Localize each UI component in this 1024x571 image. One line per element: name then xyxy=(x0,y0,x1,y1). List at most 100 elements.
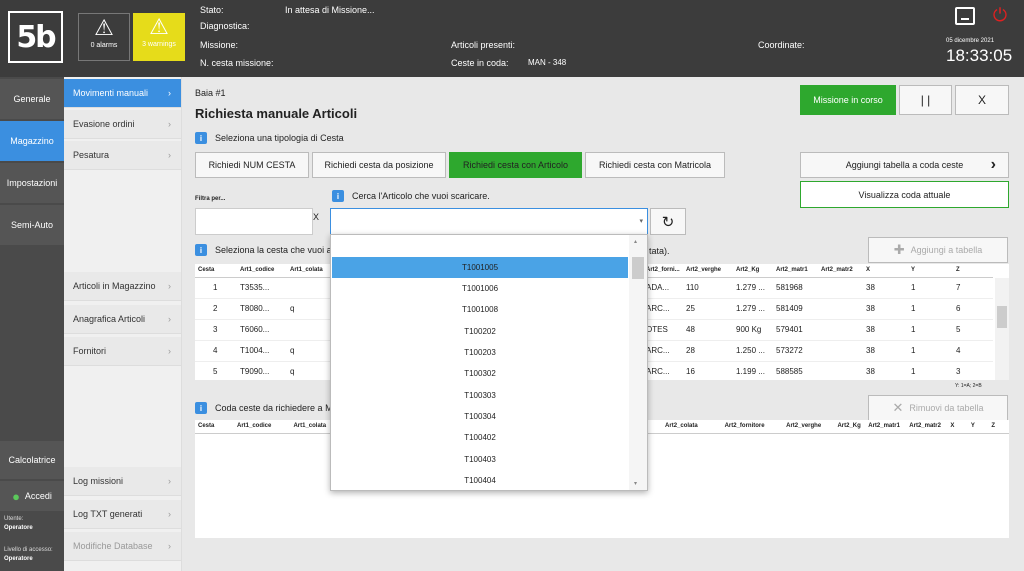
col-header[interactable]: Y xyxy=(908,264,953,278)
dropdown-option[interactable]: T1001006 xyxy=(332,278,628,299)
subnav-log-missioni[interactable]: Log missioni › xyxy=(64,467,181,496)
col-header[interactable]: Art2_Kg xyxy=(733,264,773,278)
power-button[interactable]: ⏻ xyxy=(990,5,1010,25)
col-header[interactable]: Y xyxy=(967,420,989,434)
missione-label: Missione: xyxy=(200,40,239,50)
dropdown-option[interactable]: T100403 xyxy=(332,449,628,470)
dropdown-option[interactable]: T100402 xyxy=(332,427,628,448)
aggiungi-tabella-button[interactable]: ✚ Aggiungi a tabella xyxy=(868,237,1008,263)
col-header[interactable]: Art1_codice xyxy=(237,264,287,278)
alarms-button[interactable]: ⚠ 0 alarms xyxy=(78,13,130,61)
filter-clear-button[interactable]: X xyxy=(313,212,323,222)
tab-num-cesta[interactable]: Richiedi NUM CESTA xyxy=(195,152,309,178)
col-header[interactable]: Art2_verghe xyxy=(683,264,733,278)
dropdown-option[interactable]: T100303 xyxy=(332,385,628,406)
cerca-info: i Cerca l'Articolo che vuoi scaricare. xyxy=(332,190,490,202)
minimize-icon xyxy=(961,18,969,20)
ceste-coda-label: Ceste in coda: xyxy=(451,58,509,68)
scrollbar-thumb[interactable] xyxy=(997,306,1007,328)
tab-cesta-posizione[interactable]: Richiedi cesta da posizione xyxy=(312,152,446,178)
subnav-fornitori[interactable]: Fornitori › xyxy=(64,337,181,366)
missione-in-corso-button[interactable]: Missione in corso xyxy=(800,85,896,115)
subnav-anagrafica[interactable]: Anagrafica Articoli › xyxy=(64,305,181,334)
table-scrollbar[interactable] xyxy=(995,278,1009,380)
cerca-info-text: Cerca l'Articolo che vuoi scaricare. xyxy=(352,191,490,201)
company-logo: 5b xyxy=(8,11,63,63)
coordinate-label: Coordinate: xyxy=(758,40,805,50)
subnav-modifiche[interactable]: Modifiche Database › xyxy=(64,532,181,561)
dropdown-option[interactable]: T100302 xyxy=(332,363,628,384)
tab-cesta-articolo[interactable]: Richiedi cesta con Articolo xyxy=(449,152,582,178)
subnav-log-missioni-label: Log missioni xyxy=(73,476,124,486)
nav-impostazioni[interactable]: Impostazioni xyxy=(0,163,64,203)
col-header[interactable]: Z xyxy=(953,264,993,278)
articolo-dropdown-list[interactable]: T1001005 T1001006 T1001008 T100202 T1002… xyxy=(330,234,648,491)
tab-cesta-matricola[interactable]: Richiedi cesta con Matricola xyxy=(585,152,725,178)
plus-icon: ✚ xyxy=(893,242,905,257)
col-header[interactable]: Art2_colata xyxy=(662,420,722,434)
dropdown-option[interactable]: T100202 xyxy=(332,321,628,342)
dropdown-option[interactable]: T100203 xyxy=(332,342,628,363)
ncesta-label: N. cesta missione: xyxy=(200,58,274,68)
subnav-articoli-magazzino[interactable]: Articoli in Magazzino › xyxy=(64,272,181,301)
subnav-evasione[interactable]: Evasione ordini › xyxy=(64,110,181,139)
col-header[interactable]: Art2_matr1 xyxy=(773,264,818,278)
dropdown-option[interactable]: T100304 xyxy=(332,406,628,427)
pause-button[interactable]: | | xyxy=(899,85,952,115)
col-header[interactable]: Cesta xyxy=(195,420,234,434)
filter-input[interactable] xyxy=(195,208,313,235)
stato-label: Stato: xyxy=(200,5,224,15)
col-header[interactable]: X xyxy=(947,420,968,434)
nav-generale[interactable]: Generale xyxy=(0,79,64,119)
col-header[interactable]: Cesta xyxy=(195,264,237,278)
aggiungi-tabella-label: Aggiungi a tabella xyxy=(910,245,983,255)
scroll-up-icon[interactable]: ▴ xyxy=(634,238,637,245)
refresh-button[interactable]: ↻ xyxy=(650,208,686,235)
refresh-icon: ↻ xyxy=(661,213,675,231)
sub-navigation: Movimenti manuali › Evasione ordini › Pesa… xyxy=(64,77,182,571)
seleziona-info-text: Seleziona la cesta che vuoi a xyxy=(215,245,332,255)
stop-button[interactable]: X xyxy=(955,85,1009,115)
livello-label: Livello di accesso: xyxy=(4,547,53,553)
tipologia-info: i Seleziona una tipologia di Cesta xyxy=(195,132,344,144)
close-icon: ✕ xyxy=(892,400,904,415)
accedi-button[interactable]: ● Accedi xyxy=(0,481,64,511)
nav-magazzino[interactable]: Magazzino xyxy=(0,121,64,161)
subnav-evasione-label: Evasione ordini xyxy=(73,119,135,129)
subnav-movimenti[interactable]: Movimenti manuali › xyxy=(64,79,181,108)
warnings-button[interactable]: ⚠ 3 warnings xyxy=(133,13,185,61)
seleziona-info: i Seleziona la cesta che vuoi a xyxy=(195,244,332,256)
col-header[interactable]: Art2_matr2 xyxy=(818,264,863,278)
col-header[interactable]: Art2_matr2 xyxy=(906,420,948,434)
col-header[interactable]: Art1_codice xyxy=(234,420,291,434)
aggiungi-coda-button[interactable]: Aggiungi tabella a coda ceste › xyxy=(800,152,1009,178)
rimuovi-button[interactable]: ✕ Rimuovi da tabella xyxy=(868,395,1008,421)
scrollbar-thumb[interactable] xyxy=(632,257,644,279)
dropdown-option[interactable]: T100404 xyxy=(332,470,628,491)
dropdown-option[interactable]: T1001005 xyxy=(332,257,628,278)
time-display: 18:33:05 xyxy=(946,46,1013,65)
subnav-log-txt[interactable]: Log TXT generati › xyxy=(64,500,181,529)
scroll-down-icon[interactable]: ▾ xyxy=(634,480,637,487)
dropdown-arrow-icon: ▾ xyxy=(639,218,643,225)
aggiungi-coda-label: Aggiungi tabella a coda ceste xyxy=(845,160,964,170)
minimize-button[interactable] xyxy=(955,7,975,25)
dropdown-option[interactable]: T1001008 xyxy=(332,299,628,320)
top-bar: 5b ⚠ 0 alarms ⚠ 3 warnings Stato: In att… xyxy=(0,0,1024,77)
subnav-pesatura[interactable]: Pesatura › xyxy=(64,141,181,170)
col-header[interactable]: X xyxy=(863,264,908,278)
col-header[interactable]: Art2_matr1 xyxy=(865,420,907,434)
dropdown-scrollbar[interactable]: ▴ ▾ xyxy=(629,235,647,490)
articolo-combobox[interactable]: ▾ xyxy=(330,208,648,235)
col-header[interactable]: Art1_colata xyxy=(290,420,334,434)
col-header[interactable]: Art2_forni... xyxy=(643,264,683,278)
col-header[interactable]: Art2_fornitore xyxy=(721,420,784,434)
col-header[interactable]: Z xyxy=(988,420,1009,434)
nav-calcolatrice[interactable]: Calcolatrice xyxy=(0,441,64,479)
diagnostica-label: Diagnostica: xyxy=(200,21,250,31)
nav-semi-auto[interactable]: Semi-Auto xyxy=(0,205,64,245)
col-header[interactable]: Art2_verghe xyxy=(783,420,835,434)
col-header[interactable]: Art2_Kg xyxy=(834,420,866,434)
visualizza-coda-button[interactable]: Visualizza coda attuale xyxy=(800,181,1009,208)
info-icon: i xyxy=(195,244,207,256)
